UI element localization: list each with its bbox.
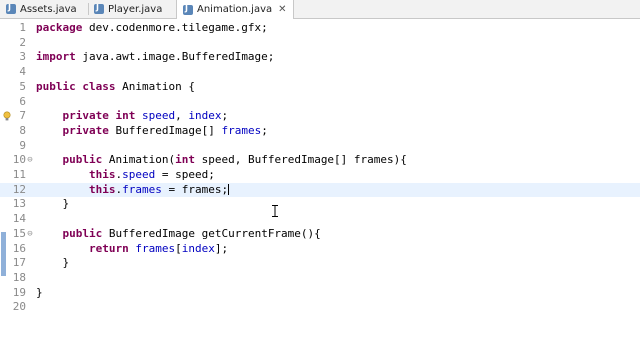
java-file-icon <box>94 3 104 14</box>
close-tab-icon[interactable]: ✕ <box>278 4 286 15</box>
code-line[interactable]: 4 <box>0 65 640 80</box>
keyword-token: public <box>36 79 76 93</box>
code-token: Animation { <box>115 79 195 93</box>
tab-label: Animation.java <box>197 4 273 15</box>
code-token: , <box>175 109 189 123</box>
code-line[interactable]: 7 private int speed, index; <box>0 109 640 124</box>
tab-divider <box>88 3 89 15</box>
keyword-token: private <box>62 123 109 137</box>
gutter-annotations <box>0 19 14 360</box>
code-token: ; <box>221 109 229 123</box>
code-text: public Animation(int speed, BufferedImag… <box>36 153 407 168</box>
code-token: } <box>36 285 43 299</box>
code-line[interactable]: 12 this.frames = frames; <box>0 182 640 198</box>
keyword-token: return <box>88 241 129 255</box>
code-text: import java.awt.image.BufferedImage; <box>36 50 274 65</box>
java-file-icon <box>6 3 16 14</box>
code-token: = speed; <box>155 168 215 181</box>
code-text: private int speed, index; <box>36 109 229 124</box>
fold-toggle-icon[interactable]: ⊖ <box>26 153 34 168</box>
code-line[interactable]: 14 <box>0 212 640 227</box>
field-token: speed <box>122 168 156 181</box>
keyword-token: private <box>62 109 109 123</box>
code-token: ; <box>261 123 268 137</box>
tab-animation-java[interactable]: Animation.java ✕ <box>176 0 294 19</box>
code-text: this.frames = frames; <box>36 182 230 198</box>
code-line[interactable]: 13 } <box>0 197 640 212</box>
code-text: this.speed = speed; <box>36 168 215 183</box>
tab-label: Player.java <box>108 3 163 15</box>
field-token: index <box>188 109 222 123</box>
occurrence-marker[interactable] <box>1 232 6 276</box>
code-token: [ <box>175 241 182 255</box>
fold-toggle-icon[interactable]: ⊖ <box>26 227 34 242</box>
field-token: frames <box>221 123 262 137</box>
code-text: public BufferedImage getCurrentFrame(){ <box>36 227 321 242</box>
keyword-token: int <box>115 109 136 123</box>
mouse-text-cursor <box>272 202 278 217</box>
field-token: index <box>181 241 215 255</box>
code-token: java.awt.image.BufferedImage; <box>75 50 275 64</box>
code-line[interactable]: 11 this.speed = speed; <box>0 168 640 183</box>
code-editor[interactable]: 1 package dev.codenmore.tilegame.gfx; 2 3 im… <box>0 19 640 360</box>
keyword-token: package <box>36 21 83 34</box>
keyword-token: public <box>62 226 103 240</box>
code-line[interactable]: 17 } <box>0 256 640 271</box>
field-token: frames <box>135 241 176 255</box>
field-token: frames <box>122 182 162 196</box>
keyword-token: import <box>36 50 76 64</box>
code-text: } <box>36 197 69 212</box>
code-line[interactable]: 2 <box>0 36 640 51</box>
code-line[interactable]: 1 package dev.codenmore.tilegame.gfx; <box>0 21 640 36</box>
code-text: public class Animation { <box>36 80 195 95</box>
code-line[interactable]: 16 return frames[index]; <box>0 242 640 257</box>
code-text: } <box>36 286 43 301</box>
code-text: package dev.codenmore.tilegame.gfx; <box>36 21 268 36</box>
code-line[interactable]: 5 public class Animation { <box>0 80 640 95</box>
editor-tab-bar: Assets.java Player.java Animation.java ✕ <box>0 0 640 19</box>
text-caret <box>228 184 230 196</box>
code-token: } <box>36 197 70 211</box>
code-token: speed, BufferedImage[] frames){ <box>194 153 407 167</box>
code-token: BufferedImage[] <box>108 123 222 137</box>
code-line[interactable]: 6 <box>0 95 640 110</box>
java-file-icon <box>183 4 193 15</box>
code-line[interactable]: 20 <box>0 300 640 315</box>
tab-label: Assets.java <box>20 3 77 15</box>
code-line[interactable]: 8 private BufferedImage[] frames; <box>0 124 640 139</box>
tab-player-java[interactable]: Player.java <box>94 0 162 18</box>
code-line[interactable]: 3 import java.awt.image.BufferedImage; <box>0 50 640 65</box>
code-token: dev.codenmore.tilegame.gfx; <box>82 21 268 34</box>
code-token: BufferedImage getCurrentFrame(){ <box>102 226 321 240</box>
keyword-token: int <box>175 153 195 167</box>
code-line[interactable]: 19} <box>0 286 640 301</box>
code-text: private BufferedImage[] frames; <box>36 124 268 139</box>
keyword-token: public <box>62 153 103 167</box>
code-line[interactable]: 15 ⊖ public BufferedImage getCurrentFrame… <box>0 227 640 242</box>
code-token: = frames; <box>161 182 229 196</box>
keyword-token: this <box>88 168 116 181</box>
code-token: Animation( <box>102 153 176 167</box>
code-token: } <box>36 256 70 270</box>
code-line[interactable]: 10 ⊖ public Animation(int speed, Buffered… <box>0 153 640 168</box>
code-token: ]; <box>214 241 229 255</box>
keyword-token: this <box>88 182 116 196</box>
field-token: speed <box>141 109 176 123</box>
code-text: } <box>36 256 69 271</box>
code-text: return frames[index]; <box>36 242 228 257</box>
code-line[interactable]: 9 <box>0 139 640 154</box>
tab-assets-java[interactable]: Assets.java <box>6 0 77 18</box>
code-line[interactable]: 18 <box>0 271 640 286</box>
warning-bulb-icon[interactable] <box>3 111 11 121</box>
keyword-token: class <box>82 79 116 93</box>
